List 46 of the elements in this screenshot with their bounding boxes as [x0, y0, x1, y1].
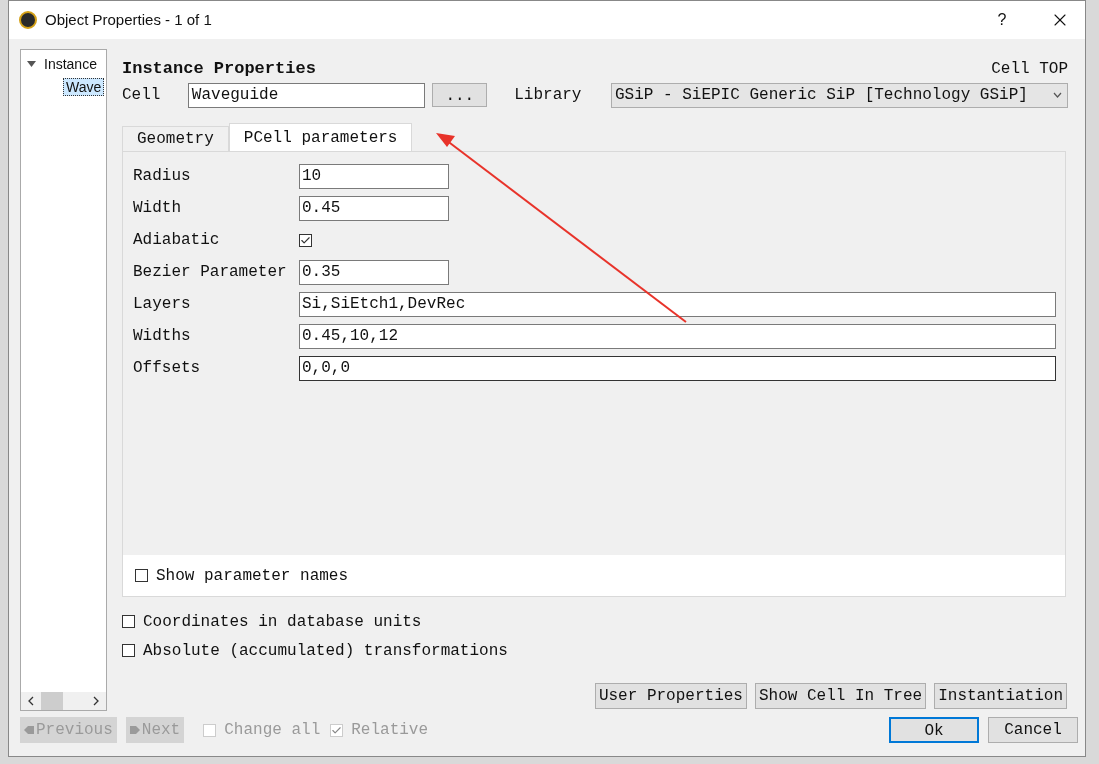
parameter-field[interactable]: Si,SiEtch1,DevRec: [299, 291, 1056, 317]
tab[interactable]: PCell parameters: [228, 123, 413, 151]
horizontal-scrollbar[interactable]: [21, 692, 106, 710]
checkbox[interactable]: [299, 233, 312, 247]
checkbox-label: Show parameter names: [156, 565, 349, 587]
parameter-label: Layers: [133, 294, 192, 315]
checkbox-label: Relative: [351, 720, 429, 741]
parameter-field[interactable]: 0.45: [299, 195, 449, 221]
action-button[interactable]: User Properties: [594, 683, 747, 709]
parameter-label: Widths: [133, 326, 192, 347]
dialog-button[interactable]: Ok: [889, 717, 979, 743]
parameter-label: Width: [133, 198, 182, 219]
parameter-field[interactable]: 10: [299, 163, 449, 189]
action-button[interactable]: Show Cell In Tree: [754, 683, 927, 709]
library-dropdown[interactable]: GSiP - SiEPIC Generic SiP [Technology GSiP]: [611, 82, 1068, 108]
checkbox-label: Change all: [224, 720, 321, 741]
cell-label: Cell: [122, 85, 162, 106]
cell-field[interactable]: Waveguide: [187, 82, 426, 108]
browse-button[interactable]: ...: [432, 83, 488, 107]
checkbox-label: Coordinates in database units: [143, 611, 422, 633]
parameter-field[interactable]: 0,0,0: [299, 355, 1056, 381]
cell-top-label: Cell TOP: [991, 59, 1068, 80]
arrow-right-icon: [129, 723, 140, 737]
dialog-button[interactable]: Cancel: [988, 717, 1078, 743]
parameter-label: Radius: [133, 166, 192, 187]
parameter-field[interactable]: 0.35: [299, 259, 449, 285]
checkbox[interactable]: [122, 644, 135, 657]
checkbox[interactable]: [135, 569, 148, 582]
checkbox-label: Absolute (accumulated) transformations: [143, 640, 508, 662]
library-label: Library: [514, 85, 583, 106]
tree-item[interactable]: Wave: [63, 78, 105, 96]
parameter-field[interactable]: 0.45,10,12: [299, 323, 1056, 349]
expand-arrow-icon[interactable]: [27, 60, 36, 69]
help-button[interactable]: ?: [987, 8, 1017, 32]
scroll-thumb[interactable]: [41, 692, 63, 710]
app-icon: [19, 11, 37, 29]
parameter-label: Bezier Parameter: [133, 262, 288, 283]
section-title: Instance Properties: [122, 57, 316, 80]
parameter-label: Offsets: [133, 358, 202, 379]
window-title: Object Properties - 1 of 1: [45, 9, 212, 30]
arrow-left-icon: [24, 723, 34, 737]
tab[interactable]: Geometry: [122, 126, 229, 151]
action-button[interactable]: Instantiation: [934, 683, 1067, 709]
checkbox[interactable]: [122, 615, 135, 628]
tree-item[interactable]: Instance: [44, 54, 97, 75]
parameter-label: Adiabatic: [133, 230, 221, 251]
